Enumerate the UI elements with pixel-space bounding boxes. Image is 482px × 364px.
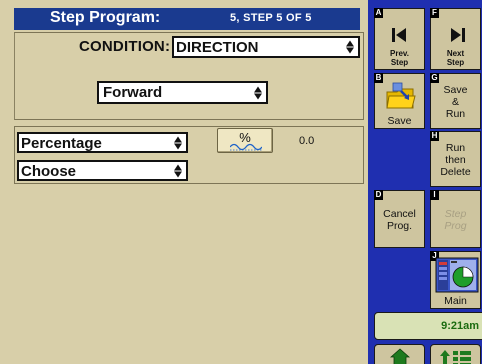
step-program-panel: Step Program: 5, STEP 5 OF 5 CONDITION: … xyxy=(0,0,368,364)
page-title: Step Program: xyxy=(50,9,161,26)
key-label: F xyxy=(430,8,439,18)
save-run-label-3: Run xyxy=(445,108,466,120)
prev-step-label-1: Prev. xyxy=(390,49,409,58)
home-button[interactable] xyxy=(374,344,425,364)
cancel-label-1: Cancel xyxy=(383,208,416,220)
save-run-label-2: & xyxy=(451,96,459,108)
function-key-panel: A Prev. Step F Next Step B Save G Save &… xyxy=(368,0,482,364)
title-bar: Step Program: 5, STEP 5 OF 5 xyxy=(14,8,360,30)
percent-button[interactable]: % xyxy=(217,128,273,153)
run-delete-label-2: then xyxy=(445,154,466,166)
clock-time: 9:21am xyxy=(441,320,479,332)
next-step-label-2: Step xyxy=(446,58,465,67)
step-program-button[interactable]: I Step Prog xyxy=(430,190,481,248)
key-label: D xyxy=(374,190,383,200)
home-icon xyxy=(390,348,410,364)
choose-select-value: Choose xyxy=(21,163,77,180)
save-label: Save xyxy=(387,115,412,127)
step-prog-label-2: Prog xyxy=(444,220,467,232)
updown-arrows-icon xyxy=(346,40,355,54)
up-arrow-grid-icon xyxy=(440,350,471,364)
choose-select[interactable]: Choose xyxy=(17,160,188,181)
condition-label: CONDITION: xyxy=(79,38,171,55)
run-then-delete-button[interactable]: H Run then Delete xyxy=(430,131,481,187)
prev-step-label-2: Step xyxy=(390,58,409,67)
save-button[interactable]: B Save xyxy=(374,73,425,129)
updown-arrows-icon xyxy=(254,86,263,99)
percentage-value: 0.0 xyxy=(299,135,315,147)
clock-display: 9:21am xyxy=(374,312,482,340)
main-dashboard-icon xyxy=(435,257,479,293)
condition-section: CONDITION: DIRECTION Forward xyxy=(14,32,364,120)
run-delete-label-1: Run xyxy=(445,142,466,154)
prev-step-button[interactable]: A Prev. Step xyxy=(374,8,425,70)
save-folder-icon xyxy=(386,82,416,109)
updown-arrows-icon xyxy=(174,136,183,149)
wave-icon xyxy=(230,143,262,151)
key-label: B xyxy=(374,73,383,83)
step-prog-label-1: Step xyxy=(444,208,467,220)
step-indicator: 5, STEP 5 OF 5 xyxy=(230,12,312,24)
run-delete-label-3: Delete xyxy=(440,166,471,178)
up-grid-button[interactable] xyxy=(430,344,481,364)
key-label: A xyxy=(374,8,383,18)
key-label: H xyxy=(430,131,439,141)
next-step-label-1: Next xyxy=(446,49,465,58)
cancel-program-button[interactable]: D Cancel Prog. xyxy=(374,190,425,248)
save-run-label-1: Save xyxy=(443,84,468,96)
unit-select-value: Percentage xyxy=(21,135,102,152)
key-label: G xyxy=(430,73,439,83)
main-button[interactable]: J Main xyxy=(430,251,481,309)
condition-select-value: DIRECTION xyxy=(176,39,259,56)
main-label: Main xyxy=(444,295,467,307)
skip-forward-icon xyxy=(451,28,465,42)
save-and-run-button[interactable]: G Save & Run xyxy=(430,73,481,129)
parameter-section: Percentage % 0.0 Choose xyxy=(14,126,364,184)
updown-arrows-icon xyxy=(174,164,183,177)
unit-select[interactable]: Percentage xyxy=(17,132,188,153)
direction-select-value: Forward xyxy=(103,84,163,101)
cancel-label-2: Prog. xyxy=(386,220,413,232)
skip-back-icon xyxy=(392,28,406,42)
condition-select[interactable]: DIRECTION xyxy=(172,36,360,58)
key-label: I xyxy=(430,190,439,200)
next-step-button[interactable]: F Next Step xyxy=(430,8,481,70)
direction-select[interactable]: Forward xyxy=(97,81,268,104)
